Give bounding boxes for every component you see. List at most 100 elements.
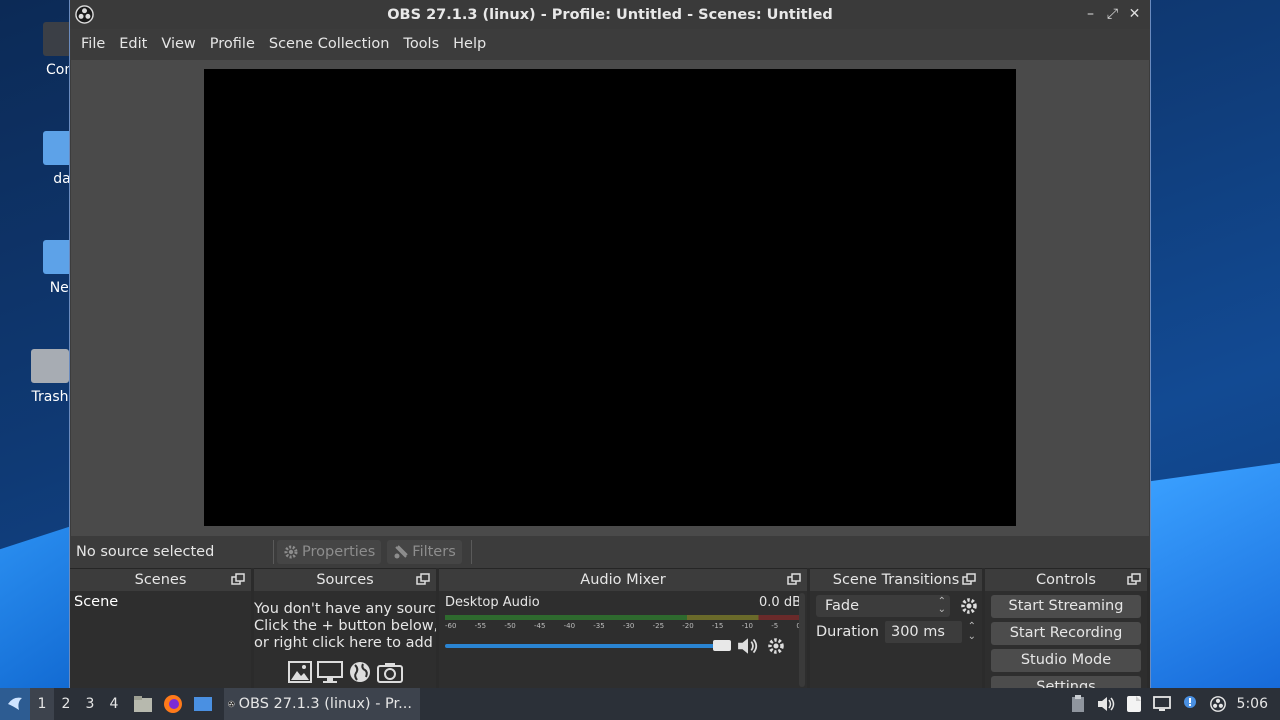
divider: [470, 540, 472, 564]
controls-dock-header[interactable]: Controls: [985, 569, 1147, 591]
scrollbar[interactable]: [799, 593, 805, 687]
scenes-list[interactable]: Scene: [70, 591, 251, 688]
show-desktop-icon: [194, 697, 212, 711]
screen-icon[interactable]: [1152, 695, 1171, 713]
controls-dock-title: Controls: [1036, 572, 1096, 588]
hint-line: or right click here to add one.: [254, 635, 436, 651]
controls-dock: Controls Start Streaming Start Recording…: [985, 568, 1147, 688]
mixer-channel: Desktop Audio 0.0 dB -60 -55 -50 -45 -40…: [439, 591, 807, 660]
menu-view[interactable]: View: [154, 36, 202, 52]
channel-name: Desktop Audio: [445, 595, 540, 610]
close-icon[interactable]: ✕: [1127, 4, 1142, 24]
slider-handle[interactable]: [713, 640, 731, 651]
tick-label: -50: [504, 622, 516, 630]
tick-label: -40: [563, 622, 576, 630]
trash-icon: [31, 349, 69, 383]
undock-icon[interactable]: [416, 573, 430, 586]
tick-label: -35: [593, 622, 605, 630]
audio-mixer-dock-title: Audio Mixer: [580, 572, 666, 588]
tick-label: -5: [771, 622, 779, 630]
clipboard-icon[interactable]: [1069, 695, 1087, 713]
volume-icon[interactable]: [1097, 695, 1115, 713]
menu-scene-collection[interactable]: Scene Collection: [262, 36, 397, 52]
menu-tools[interactable]: Tools: [396, 36, 446, 52]
undock-icon[interactable]: [1127, 573, 1141, 586]
maximize-icon[interactable]: ⤢: [1105, 4, 1120, 24]
select-arrows-icon: ⌃ ⌄: [937, 596, 946, 615]
start-menu-icon: [8, 697, 22, 710]
audio-mixer-dock-header[interactable]: Audio Mixer: [439, 569, 807, 591]
title-bar[interactable]: OBS 27.1.3 (linux) - Profile: Untitled -…: [70, 0, 1150, 29]
filters-label: Filters: [412, 544, 456, 560]
transition-select[interactable]: Fade ⌃ ⌄: [816, 595, 950, 617]
desktop-wallpaper-shape: [1130, 455, 1280, 715]
start-streaming-button[interactable]: Start Streaming: [991, 595, 1141, 618]
image-icon: [288, 661, 312, 683]
workspace-2[interactable]: 2: [54, 696, 78, 712]
sources-empty-hint: You don't have any sources. Click the + …: [254, 591, 436, 652]
menu-help[interactable]: Help: [446, 36, 493, 52]
preview-canvas[interactable]: [204, 69, 1016, 526]
gear-icon: [284, 545, 298, 559]
minimize-icon[interactable]: –: [1083, 4, 1098, 24]
start-recording-button[interactable]: Start Recording: [991, 622, 1141, 645]
speaker-icon[interactable]: [737, 636, 759, 656]
list-item[interactable]: Scene: [70, 591, 251, 613]
sources-list[interactable]: You don't have any sources. Click the + …: [254, 591, 436, 688]
audio-mixer-dock: Audio Mixer Desktop Audio 0.0 dB -60 -55…: [439, 568, 807, 688]
file-manager-launcher[interactable]: [130, 693, 156, 715]
gear-icon[interactable]: [767, 637, 785, 655]
properties-label: Properties: [302, 544, 376, 560]
source-type-icons: [254, 660, 436, 684]
obs-logo-icon: [228, 700, 235, 708]
camera-icon: [377, 663, 403, 683]
workspace-3[interactable]: 3: [78, 696, 102, 712]
spinner-icon[interactable]: ⌃ ⌄: [968, 622, 976, 642]
clock[interactable]: 5:06: [1237, 696, 1268, 712]
menu-edit[interactable]: Edit: [112, 36, 154, 52]
scene-transitions-dock: Scene Transitions Fade ⌃ ⌄ Duration 300 m…: [810, 568, 982, 688]
menu-profile[interactable]: Profile: [203, 36, 262, 52]
transition-selected: Fade: [825, 598, 860, 614]
workspace-4[interactable]: 4: [102, 696, 126, 712]
workspace-1[interactable]: 1: [30, 688, 54, 720]
undock-icon[interactable]: [231, 573, 245, 586]
duration-row: Duration 300 ms ⌃ ⌄: [816, 621, 976, 643]
taskbar-task-obs[interactable]: OBS 27.1.3 (linux) - Pr...: [224, 688, 420, 720]
tick-label: -45: [533, 622, 546, 630]
start-menu-button[interactable]: [0, 688, 30, 720]
volume-meter: [445, 615, 801, 620]
hint-line: Click the + button below,: [254, 618, 436, 634]
duration-label: Duration: [816, 624, 879, 640]
obs-tray-icon[interactable]: [1209, 695, 1227, 713]
tick-label: -55: [474, 622, 487, 630]
update-notification-icon[interactable]: [1181, 695, 1199, 713]
scene-transitions-dock-title: Scene Transitions: [832, 572, 960, 588]
filter-icon: [394, 545, 408, 559]
tick-label: -25: [652, 622, 665, 630]
tick-label: -60: [445, 622, 457, 630]
duration-input[interactable]: 300 ms: [884, 621, 962, 643]
scenes-dock: Scenes Scene: [70, 568, 251, 688]
gear-icon[interactable]: [960, 597, 978, 615]
scenes-dock-header[interactable]: Scenes: [70, 569, 251, 591]
filters-button[interactable]: Filters: [387, 540, 462, 564]
undock-icon[interactable]: [787, 573, 801, 586]
tick-label: -20: [682, 622, 694, 630]
properties-button[interactable]: Properties: [277, 540, 382, 564]
firefox-icon: [164, 695, 182, 713]
sources-dock-header[interactable]: Sources: [254, 569, 436, 591]
firefox-launcher[interactable]: [160, 693, 186, 715]
hint-line: You don't have any sources.: [254, 601, 436, 617]
studio-mode-button[interactable]: Studio Mode: [991, 649, 1141, 672]
meter-ticks: -60 -55 -50 -45 -40 -35 -30 -25 -20 -15 …: [445, 622, 801, 630]
menu-file[interactable]: File: [74, 36, 112, 52]
divider: [273, 540, 274, 564]
scene-transitions-dock-header[interactable]: Scene Transitions: [810, 569, 982, 591]
notes-icon[interactable]: [1125, 695, 1143, 713]
settings-button[interactable]: Settings: [991, 676, 1141, 688]
taskbar: 1 2 3 4 OBS 27.1.3 (linux) - Pr... 5:06: [0, 688, 1280, 720]
desktop-launcher[interactable]: [190, 693, 216, 715]
undock-icon[interactable]: [962, 573, 976, 586]
volume-slider[interactable]: [445, 640, 731, 651]
